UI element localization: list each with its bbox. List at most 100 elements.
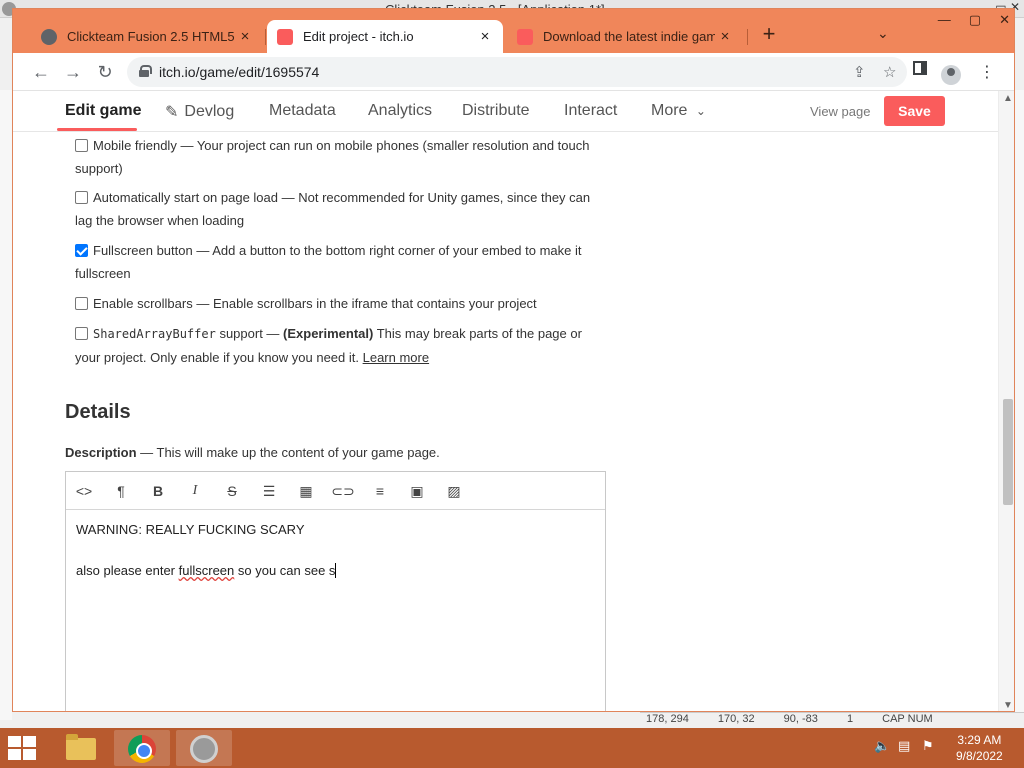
- taskbar-clickteam-fusion[interactable]: [176, 730, 232, 766]
- checkbox-scrollbars[interactable]: [75, 297, 88, 310]
- menu-kebab-icon[interactable]: ⋮: [979, 62, 995, 82]
- status-field: CAP NUM: [882, 713, 933, 725]
- status-field: 1: [846, 713, 854, 725]
- nav-metadata[interactable]: Metadata: [269, 102, 336, 120]
- share-icon[interactable]: ⇪: [853, 63, 866, 81]
- tab-download-games[interactable]: Download the latest indie games ×: [507, 20, 743, 53]
- view-page-link[interactable]: View page: [810, 104, 870, 119]
- windows-taskbar: 🔈 ▤ ⚑ 3:29 AM 9/8/2022: [0, 728, 1024, 768]
- checkbox-fullscreen-button[interactable]: [75, 244, 88, 257]
- itchio-icon: [517, 28, 533, 45]
- network-icon[interactable]: ▤: [898, 738, 910, 754]
- nav-devlog-label: Devlog: [184, 103, 235, 120]
- url-text[interactable]: itch.io/game/edit/1695574: [159, 64, 319, 80]
- image-icon[interactable]: ▨: [442, 481, 466, 501]
- editor-line: also please enter fullscreen so you can …: [76, 563, 337, 604]
- text-caret: [335, 563, 337, 578]
- taskbar-clock[interactable]: 3:29 AM 9/8/2022: [956, 732, 1003, 764]
- option-description: — Enable scrollbars in the iframe that c…: [192, 296, 537, 311]
- bold-icon[interactable]: B: [146, 481, 170, 501]
- tab-clickteam[interactable]: Clickteam Fusion 2.5 HTML5 Run ×: [31, 20, 263, 53]
- nav-analytics[interactable]: Analytics: [368, 102, 432, 120]
- checkbox-mobile-friendly[interactable]: [75, 139, 88, 152]
- italic-icon[interactable]: I: [183, 481, 207, 501]
- taskbar-file-explorer[interactable]: [52, 730, 108, 766]
- nav-devlog[interactable]: ✎ Devlog: [165, 102, 234, 122]
- action-center-flag-icon[interactable]: ⚑: [922, 738, 934, 754]
- option-label[interactable]: Enable scrollbars: [93, 296, 193, 311]
- tab-edit-project[interactable]: Edit project - itch.io ×: [267, 20, 503, 53]
- address-bar[interactable]: itch.io/game/edit/1695574 ⇪ ☆: [127, 57, 907, 87]
- tab-separator: [265, 29, 266, 45]
- nav-distribute[interactable]: Distribute: [462, 102, 530, 120]
- tab-separator: [747, 29, 748, 45]
- new-tab-button[interactable]: +: [757, 23, 781, 47]
- start-button[interactable]: [8, 736, 38, 760]
- learn-more-link[interactable]: Learn more: [363, 350, 429, 365]
- option-label[interactable]: support —: [216, 326, 283, 341]
- edit-pencil-icon: ✎: [165, 104, 179, 121]
- maximize-icon[interactable]: ▢: [969, 12, 981, 28]
- bookmark-star-icon[interactable]: ☆: [883, 63, 896, 81]
- volume-muted-icon[interactable]: 🔈: [874, 738, 890, 754]
- tab-strip: Clickteam Fusion 2.5 HTML5 Run × Edit pr…: [13, 9, 1014, 53]
- taskbar-chrome[interactable]: [114, 730, 170, 766]
- editor-text: so you can see s: [234, 563, 336, 578]
- option-autostart: Automatically start on page load — Not r…: [75, 186, 605, 232]
- profile-avatar[interactable]: [941, 65, 961, 85]
- clock-date: 9/8/2022: [956, 749, 1003, 763]
- checkbox-autostart[interactable]: [75, 191, 88, 204]
- video-embed-icon[interactable]: ▣: [405, 481, 429, 501]
- nav-interact[interactable]: Interact: [564, 102, 617, 120]
- checkbox-sharedarraybuffer[interactable]: [75, 327, 88, 340]
- clock-time: 3:29 AM: [957, 733, 1002, 747]
- window-controls: — ▢ ✕: [938, 12, 1010, 28]
- paragraph-icon[interactable]: ¶: [109, 481, 133, 501]
- link-icon[interactable]: ⊂⊃: [331, 481, 355, 501]
- forward-arrow-icon[interactable]: →: [61, 60, 85, 84]
- page-viewport: Edit game ✎ Devlog Metadata Analytics Di…: [13, 91, 1014, 711]
- tab-search-chevron-icon[interactable]: ⌄: [877, 25, 889, 42]
- scroll-down-arrow-icon[interactable]: ▼: [1003, 700, 1013, 711]
- align-icon[interactable]: ≡: [368, 481, 392, 501]
- reload-icon[interactable]: ↻: [93, 60, 117, 84]
- close-window-icon[interactable]: ✕: [999, 12, 1010, 28]
- bulleted-list-icon[interactable]: ☰: [257, 481, 281, 501]
- edit-game-header: Edit game ✎ Devlog Metadata Analytics Di…: [13, 91, 998, 132]
- folder-icon: [66, 734, 96, 760]
- lock-icon[interactable]: [139, 65, 152, 77]
- itchio-icon: [277, 28, 293, 45]
- table-icon[interactable]: ▦: [294, 481, 318, 501]
- editor-content[interactable]: WARNING: REALLY FUCKING SCARY also pleas…: [76, 522, 337, 604]
- chrome-icon: [128, 735, 156, 763]
- option-label[interactable]: Mobile friendly: [93, 138, 177, 153]
- nav-edit-game[interactable]: Edit game: [65, 102, 141, 120]
- option-label[interactable]: Fullscreen button: [93, 243, 193, 258]
- tab-title: Edit project - itch.io: [303, 29, 414, 44]
- option-fullscreen-button: Fullscreen button — Add a button to the …: [75, 239, 605, 285]
- status-field: 90, -83: [783, 713, 818, 725]
- minimize-icon[interactable]: —: [938, 12, 951, 28]
- globe-icon: [41, 28, 57, 45]
- nav-more[interactable]: More ⌄: [651, 102, 706, 120]
- back-arrow-icon[interactable]: ←: [29, 60, 53, 84]
- option-code-label[interactable]: SharedArrayBuffer: [93, 327, 216, 341]
- close-icon[interactable]: ×: [715, 28, 735, 45]
- page-scrollbar[interactable]: ▲ ▼: [998, 91, 1014, 711]
- editor-toolbar: <> ¶ B I S ☰ ▦ ⊂⊃ ≡ ▣ ▨: [66, 472, 605, 510]
- browser-window: Clickteam Fusion 2.5 HTML5 Run × Edit pr…: [12, 8, 1015, 712]
- close-icon[interactable]: ×: [235, 28, 255, 45]
- option-label[interactable]: Automatically start on page load: [93, 190, 278, 205]
- tab-title: Download the latest indie games: [543, 29, 715, 44]
- background-left-panel: [0, 90, 12, 720]
- side-panel-icon[interactable]: [913, 61, 927, 75]
- description-hint: — This will make up the content of your …: [136, 445, 440, 460]
- scrollbar-thumb[interactable]: [1003, 399, 1013, 505]
- strikethrough-icon[interactable]: S: [220, 481, 244, 501]
- code-view-icon[interactable]: <>: [72, 481, 96, 501]
- active-nav-underline: [57, 128, 137, 131]
- close-icon[interactable]: ×: [475, 28, 495, 45]
- scroll-up-arrow-icon[interactable]: ▲: [1003, 93, 1013, 104]
- save-button[interactable]: Save: [884, 96, 945, 126]
- option-mobile-friendly: Mobile friendly — Your project can run o…: [75, 134, 605, 180]
